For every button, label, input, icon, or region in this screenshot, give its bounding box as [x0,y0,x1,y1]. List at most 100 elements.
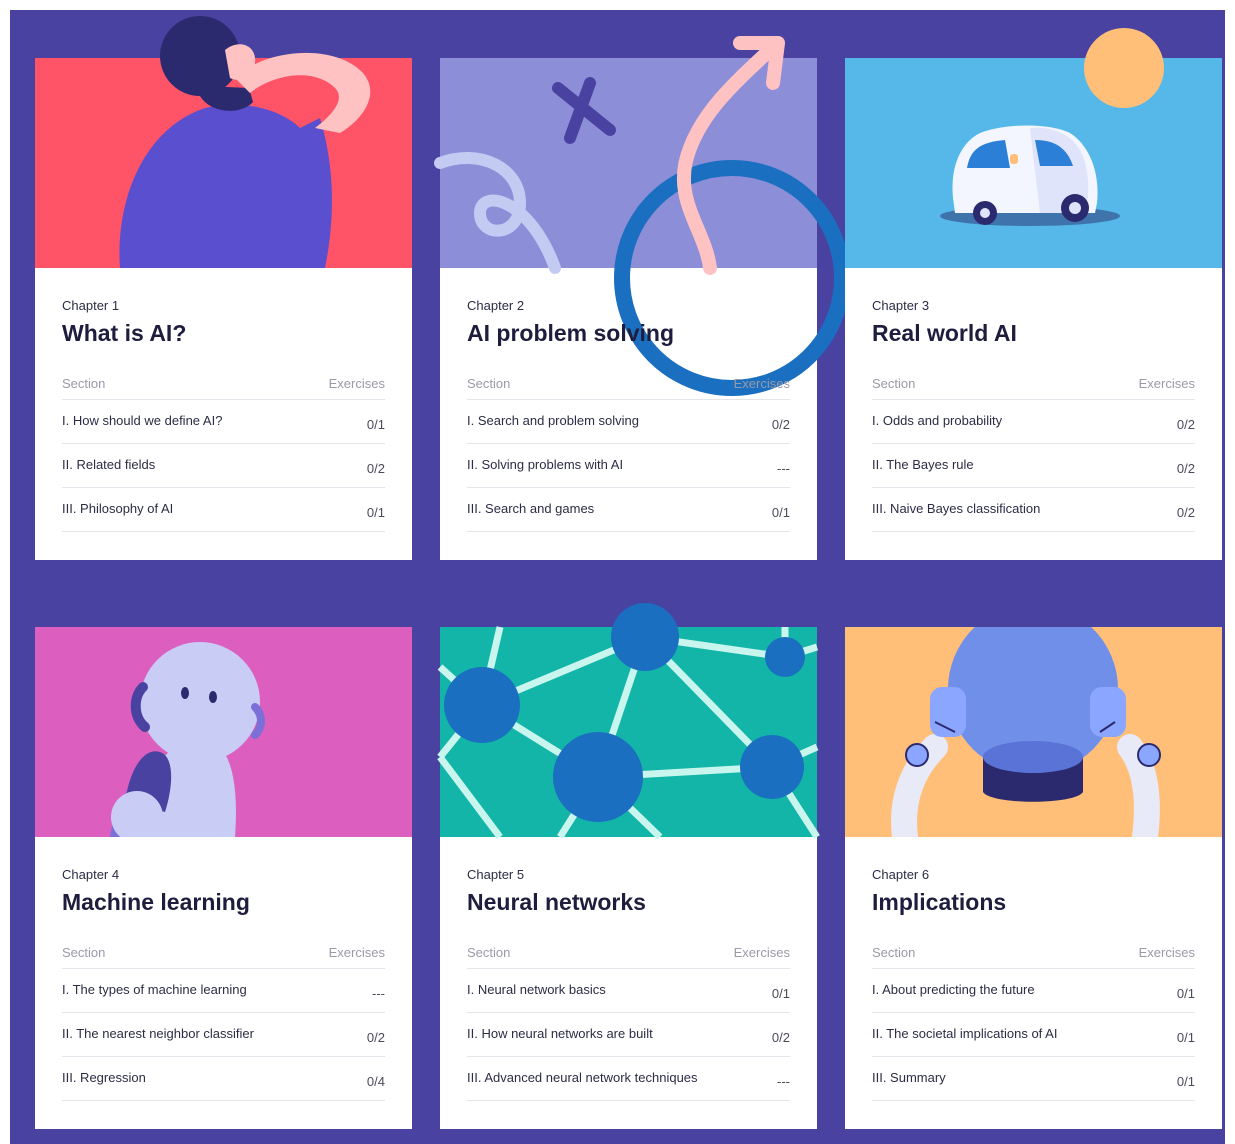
section-row[interactable]: I. How should we define AI? 0/1 [62,400,385,444]
section-column-header: Section [62,945,106,960]
section-name[interactable]: III. Search and games [467,501,594,516]
exercises-column-header: Exercises [733,945,790,960]
chapter-card-5[interactable]: Chapter 5 Neural networks Section Exerci… [437,603,820,1129]
section-row[interactable]: I. Neural network basics 0/1 [467,969,790,1013]
section-table-header: Section Exercises [467,374,790,400]
exercises-column-header: Exercises [328,945,385,960]
section-row[interactable]: II. Solving problems with AI --- [467,444,790,488]
exercises-column-header: Exercises [1138,376,1195,391]
section-column-header: Section [872,945,916,960]
exercise-count: 0/2 [366,1030,385,1045]
section-row[interactable]: II. The Bayes rule 0/2 [872,444,1195,488]
chapter-1-content: Chapter 1 What is AI? Section Exercises … [35,268,412,560]
section-name[interactable]: II. The Bayes rule [872,457,974,472]
exercises-column-header: Exercises [328,376,385,391]
section-name[interactable]: I. How should we define AI? [62,413,222,428]
exercise-count: 0/1 [771,986,790,1001]
section-table-header: Section Exercises [62,374,385,400]
path-arrow-icon [434,36,850,396]
chapter-2-content: Chapter 2 AI problem solving Section Exe… [440,268,817,560]
section-name[interactable]: I. Search and problem solving [467,413,639,428]
chapter-title[interactable]: What is AI? [62,320,186,347]
section-table-header: Section Exercises [872,374,1195,400]
exercise-count: 0/4 [366,1074,385,1089]
section-row[interactable]: II. How neural networks are built 0/2 [467,1013,790,1057]
exercise-count: 0/1 [366,417,385,432]
exercise-count: --- [777,461,790,476]
chapter-5-illustration [437,603,820,840]
section-row[interactable]: I. The types of machine learning --- [62,969,385,1013]
section-name[interactable]: III. Advanced neural network techniques [467,1070,698,1085]
section-column-header: Section [62,376,106,391]
section-row[interactable]: III. Regression 0/4 [62,1057,385,1101]
chapter-label: Chapter 1 [62,298,120,313]
section-table-header: Section Exercises [872,943,1195,969]
section-row[interactable]: II. Related fields 0/2 [62,444,385,488]
chapter-2-illustration [434,36,850,396]
section-row[interactable]: III. Search and games 0/1 [467,488,790,532]
section-name[interactable]: II. Solving problems with AI [467,457,623,472]
exercise-count: 0/2 [366,461,385,476]
section-row[interactable]: III. Philosophy of AI 0/1 [62,488,385,532]
section-row[interactable]: I. Search and problem solving 0/2 [467,400,790,444]
exercise-count: 0/1 [1176,1030,1195,1045]
chapter-label: Chapter 4 [62,867,120,882]
chapter-card-3[interactable]: Chapter 3 Real world AI Section Exercise… [845,28,1222,560]
section-name[interactable]: I. The types of machine learning [62,982,247,997]
section-name[interactable]: III. Philosophy of AI [62,501,173,516]
section-row[interactable]: II. The nearest neighbor classifier 0/2 [62,1013,385,1057]
chapter-card-2[interactable]: Chapter 2 AI problem solving Section Exe… [434,36,850,560]
section-name[interactable]: I. About predicting the future [872,982,1035,997]
section-name[interactable]: II. Related fields [62,457,155,472]
exercise-count: 0/1 [1176,986,1195,1001]
neural-network-icon [437,603,820,840]
chapter-title[interactable]: AI problem solving [467,320,674,347]
exercise-count: 0/2 [1176,505,1195,520]
chapter-card-6[interactable]: Chapter 6 Implications Section Exercises… [845,627,1222,1129]
chapter-title[interactable]: Real world AI [872,320,1017,347]
chapter-title[interactable]: Implications [872,889,1006,916]
section-name[interactable]: II. The societal implications of AI [872,1026,1057,1041]
section-name[interactable]: III. Naive Bayes classification [872,501,1040,516]
section-row[interactable]: III. Advanced neural network techniques … [467,1057,790,1101]
chapter-title[interactable]: Neural networks [467,889,646,916]
chapter-card-4[interactable]: Chapter 4 Machine learning Section Exerc… [35,627,412,1129]
section-name[interactable]: I. Neural network basics [467,982,606,997]
chapter-1-illustration [35,16,412,268]
section-row[interactable]: I. Odds and probability 0/2 [872,400,1195,444]
robot-holding-sphere-icon [845,627,1222,837]
section-column-header: Section [467,945,511,960]
exercise-count: --- [372,986,385,1001]
section-row[interactable]: III. Naive Bayes classification 0/2 [872,488,1195,532]
section-row[interactable]: II. The societal implications of AI 0/1 [872,1013,1195,1057]
chapter-3-illustration [845,28,1222,268]
chapter-card-1[interactable]: Chapter 1 What is AI? Section Exercises … [35,16,412,560]
exercise-count: 0/2 [771,1030,790,1045]
chapter-5-content: Chapter 5 Neural networks Section Exerci… [440,837,817,1129]
section-name[interactable]: III. Summary [872,1070,946,1085]
exercise-count: 0/2 [771,417,790,432]
exercise-count: 0/1 [1176,1074,1195,1089]
section-name[interactable]: I. Odds and probability [872,413,1002,428]
chapter-title[interactable]: Machine learning [62,889,250,916]
chapter-4-illustration [35,627,412,837]
thinking-person-icon [35,16,412,268]
exercise-count: 0/2 [1176,417,1195,432]
section-table-header: Section Exercises [62,943,385,969]
exercise-count: --- [777,1074,790,1089]
exercise-count: 0/1 [366,505,385,520]
exercise-count: 0/1 [771,505,790,520]
page-background: Chapter 1 What is AI? Section Exercises … [10,10,1225,1144]
chapter-4-content: Chapter 4 Machine learning Section Exerc… [35,837,412,1129]
chapter-6-content: Chapter 6 Implications Section Exercises… [845,837,1222,1129]
section-row[interactable]: I. About predicting the future 0/1 [872,969,1195,1013]
exercise-count: 0/2 [1176,461,1195,476]
robot-icon [35,627,412,837]
exercises-column-header: Exercises [733,376,790,391]
section-name[interactable]: III. Regression [62,1070,146,1085]
section-name[interactable]: II. How neural networks are built [467,1026,653,1041]
section-name[interactable]: II. The nearest neighbor classifier [62,1026,254,1041]
chapter-label: Chapter 3 [872,298,930,313]
section-column-header: Section [872,376,916,391]
section-row[interactable]: III. Summary 0/1 [872,1057,1195,1101]
